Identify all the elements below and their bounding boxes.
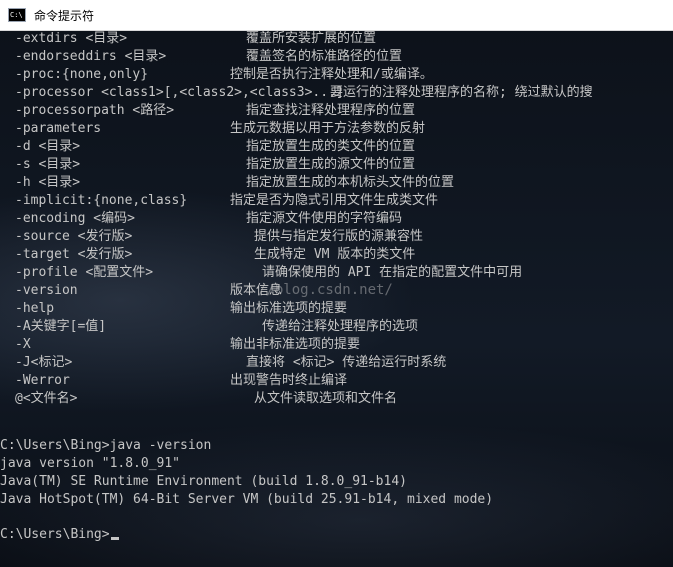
console-output[interactable]: -extdirs <目录> 覆盖所安装扩展的位置 -endorseddirs <目录… xyxy=(0,30,673,567)
option-description: 从文件读取选项和文件名 xyxy=(254,391,398,406)
option-name: -processor <class1>[,<class2>,<class3>..… xyxy=(15,85,344,100)
option-name: -processorpath <路径> xyxy=(15,103,175,118)
option-description: 生成特定 VM 版本的类文件 xyxy=(254,247,416,262)
option-description: 直接将 <标记> 传递给运行时系统 xyxy=(246,355,447,370)
prompt-text: C:\Users\Bing> xyxy=(0,527,110,542)
title-bar[interactable]: C:\ 命令提示符 xyxy=(0,0,673,31)
option-name: -target <发行版> xyxy=(15,247,133,262)
option-description: 指定放置生成的类文件的位置 xyxy=(246,139,416,154)
option-name: -encoding <编码> xyxy=(15,211,135,226)
option-name: -s <目录> xyxy=(15,157,81,172)
option-description: 覆盖签名的标准路径的位置 xyxy=(246,49,403,64)
option-name: -d <目录> xyxy=(15,139,81,154)
option-name: -source <发行版> xyxy=(15,229,133,244)
option-name: -profile <配置文件> xyxy=(15,265,154,280)
option-description: 指定是否为隐式引用文件生成类文件 xyxy=(230,193,439,208)
option-name: -h <目录> xyxy=(15,175,81,190)
option-name: -proc:{none,only} xyxy=(15,67,149,82)
option-description: 指定源文件使用的字符编码 xyxy=(246,211,403,226)
option-name: -Werror xyxy=(15,373,70,388)
option-name: @<文件名> xyxy=(15,391,78,406)
option-name: -help xyxy=(15,301,55,316)
option-name: -extdirs <目录> xyxy=(15,31,128,46)
option-description: 覆盖所安装扩展的位置 xyxy=(246,31,377,46)
option-description: 输出标准选项的提要 xyxy=(230,301,348,316)
window-title: 命令提示符 xyxy=(34,8,95,23)
option-name: -endorseddirs <目录> xyxy=(15,49,167,64)
option-description: 提供与指定发行版的源兼容性 xyxy=(254,229,424,244)
option-name: -J<标记> xyxy=(15,355,73,370)
option-name: -version xyxy=(15,283,78,298)
command-prompt-window: C:\ 命令提示符 -extdirs <目录> 覆盖所安装扩展的位置 -endors… xyxy=(0,0,673,567)
option-description: 输出非标准选项的提要 xyxy=(230,337,361,352)
watermark-text: //blog.csdn.net/ xyxy=(258,282,393,298)
option-description: 出现警告时终止编译 xyxy=(230,373,348,388)
option-description: 传递给注释处理程序的选项 xyxy=(262,319,419,334)
option-description: 要运行的注释处理程序的名称; 绕过默认的搜 xyxy=(330,85,593,100)
command-prompt-line[interactable]: C:\Users\Bing> xyxy=(0,526,119,544)
option-name: -implicit:{none,class} xyxy=(15,193,188,208)
text-cursor xyxy=(110,537,119,540)
option-description: 指定放置生成的本机标头文件的位置 xyxy=(246,175,455,190)
option-description: 指定查找注释处理程序的位置 xyxy=(246,103,416,118)
option-name: -X xyxy=(15,337,31,352)
option-description: 指定放置生成的源文件的位置 xyxy=(246,157,416,172)
option-name: -A关键字[=值] xyxy=(15,319,107,334)
option-description: 请确保使用的 API 在指定的配置文件中可用 xyxy=(262,265,523,280)
cmd-app-icon: C:\ xyxy=(8,8,26,22)
option-description: 生成元数据以用于方法参数的反射 xyxy=(230,121,426,136)
option-name: -parameters xyxy=(15,121,102,136)
option-description: 控制是否执行注释处理和/或编译。 xyxy=(230,67,433,82)
